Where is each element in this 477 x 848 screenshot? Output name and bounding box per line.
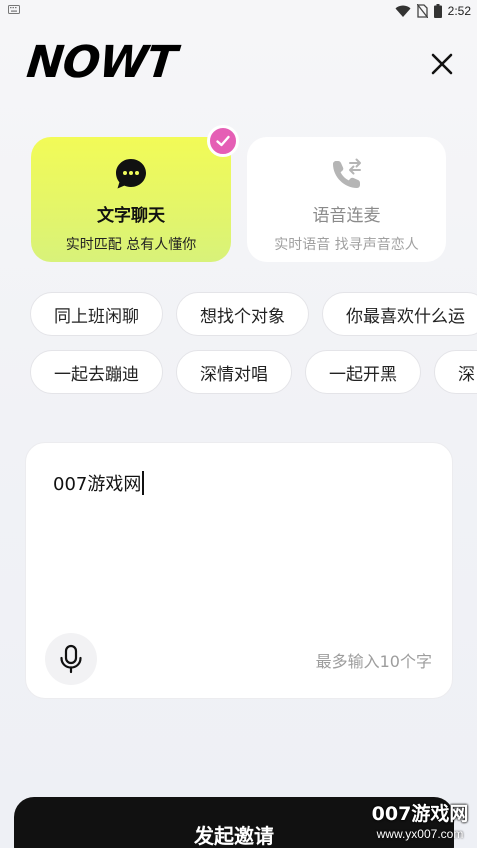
topic-chip[interactable]: 一起开黑 (305, 350, 421, 394)
logo-text: NOWT (24, 37, 179, 88)
battery-icon (433, 4, 442, 18)
message-input[interactable]: 007游戏网 (53, 470, 145, 496)
app-logo: NOWT (24, 37, 207, 88)
topic-chip[interactable]: 你最喜欢什么运 (322, 292, 477, 336)
wifi-icon (395, 5, 411, 17)
phone-transfer-icon (332, 158, 361, 188)
watermark-title: 007游戏网 (371, 803, 469, 825)
mode-subtitle: 实时语音 找寻声音恋人 (274, 237, 419, 253)
watermark-url: www.yx007.com (376, 827, 464, 841)
message-input-value: 007游戏网 (53, 474, 142, 495)
topic-chip[interactable]: 一起去蹦迪 (30, 350, 163, 394)
check-icon (216, 135, 230, 147)
close-button[interactable] (428, 50, 456, 78)
status-time: 2:52 (447, 4, 471, 18)
voice-input-button[interactable] (45, 633, 97, 685)
watermark: 007游戏网 www.yx007.com (366, 802, 474, 848)
topic-chip[interactable]: 深 (434, 350, 477, 394)
keyboard-icon (8, 5, 20, 14)
topic-chip[interactable]: 同上班闲聊 (30, 292, 163, 336)
selected-badge (207, 125, 239, 157)
status-bar: 2:52 (0, 0, 477, 22)
mode-card-voice-chat[interactable]: 语音连麦 实时语音 找寻声音恋人 (247, 137, 446, 262)
invite-button-label: 发起邀请 (194, 824, 274, 848)
mode-card-text-chat[interactable]: 文字聊天 实时匹配 总有人懂你 (31, 137, 231, 262)
no-sim-icon (416, 4, 428, 18)
mode-title: 语音连麦 (312, 206, 381, 226)
message-input-card: 007游戏网 最多输入10个字 (25, 442, 453, 699)
text-caret (142, 471, 145, 495)
mode-title: 文字聊天 (97, 206, 165, 226)
topic-row-2: 一起去蹦迪 深情对唱 一起开黑 深 (30, 350, 477, 394)
close-icon (431, 53, 453, 75)
topic-row-1: 同上班闲聊 想找个对象 你最喜欢什么运 (30, 292, 477, 336)
topic-chip[interactable]: 深情对唱 (176, 350, 292, 394)
topic-chip[interactable]: 想找个对象 (176, 292, 309, 336)
chat-bubble-icon (116, 159, 146, 189)
microphone-icon (60, 644, 82, 674)
char-limit-hint: 最多输入10个字 (315, 652, 432, 671)
mode-subtitle: 实时匹配 总有人懂你 (65, 237, 197, 253)
